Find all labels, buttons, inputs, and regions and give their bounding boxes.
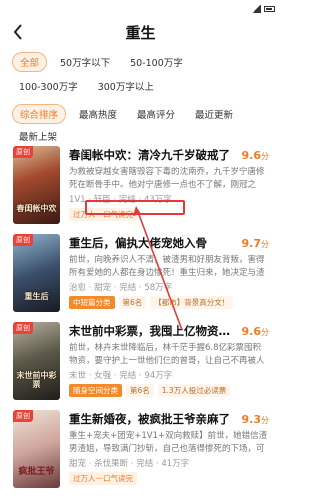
filter-chip-word-0[interactable]: 全部 [12,52,48,72]
filter-chip-word-2[interactable]: 50-100万字 [123,52,190,72]
book-meta: 治愈 · 甜宠 · 完结 · 58万字 [69,283,173,293]
book-description: 重生+宠夫+团宠+1V1+双向救赎】前世，她错信渣男渣姐，导致满门抄斩，自己也落… [69,431,268,454]
cover-title-text: 疯批王爷 [18,467,55,478]
cover-title-text: 重生后 [24,292,49,302]
book-info: 末世前中彩票，我囤上亿物资躺赢 9.6分前世，林卉末世降临后，林千茫手握6.8亿彩… [60,322,281,410]
filter-chip-sort-4[interactable]: 最新上架 [12,126,64,146]
book-score: 9.6分 [241,148,270,162]
cover-badge: 原创 [13,322,33,334]
book-tag: 随身空间分类 [69,384,122,397]
book-title[interactable]: 重生新婚夜，被疯批王爷亲麻了 [69,411,230,427]
book-item[interactable]: 原创 春闺帐中欢 春闺帐中欢：清冷九千岁破戒了 9.6分 为救被穿越女害瞎毁容下毒的沈南… [0,146,281,234]
filter-chip-sort-0[interactable]: 综合排序 [12,104,67,124]
book-tag: 1.3万人投过必读票 [157,384,231,397]
cover-badge: 原创 [13,410,33,422]
status-icons [252,5,275,13]
score-unit: 分 [261,415,269,425]
filter-chip-sort-3[interactable]: 最近更新 [188,104,240,124]
book-item[interactable]: 原创 重生后 重生后，偏执大佬宠她入骨 9.7分 前世，向晚养识人不清，被渣男和好朋友背… [0,234,281,322]
book-description: 为救被穿越女害瞎毁容下毒的沈南乔，九千岁宁唐修死在断骨手中。他对宁唐修一点也不了… [69,167,265,190]
book-title-row: 重生后，偏执大佬宠她入骨 9.7分 [69,234,269,252]
book-tag: 过万人一口气读完 [69,472,137,485]
book-tag: 第6名 [118,296,147,309]
score-unit: 分 [261,239,269,249]
book-cover[interactable]: 原创重生后 [13,234,60,312]
word-count-filter-row: 全部 50万字以下 50-100万字 100-300万字 300万字以上 [0,52,281,100]
signal-icon [252,5,261,13]
book-title[interactable]: 春闺帐中欢：清冷九千岁破戒了 [69,147,230,163]
cover-title-text: 末世前中彩票 [16,371,57,390]
book-tags: 中短篇分类 第6名 【都市】背景高分文！ [69,296,269,309]
cover-title-text: 春闺帐中欢 [16,204,57,214]
battery-icon [264,6,275,12]
filter-chip-word-3[interactable]: 100-300万字 [12,76,85,96]
book-meta: 甜宠 · 杀伐果断 · 完结 · 41万字 [69,459,190,469]
book-cover[interactable]: 原创疯批王爷 [13,410,60,488]
book-info: 重生新婚夜，被疯批王爷亲麻了 9.3分重生+宠夫+团宠+1V1+双向救赎】前世，她… [60,410,281,498]
book-description: 前世，林卉末世降临后，林千茫手握6.8亿彩票囤积物资，要守护上一世他们仨的曾哥，… [69,343,265,366]
cover-badge: 原创 [13,234,33,246]
book-title-row: 重生新婚夜，被疯批王爷亲麻了 9.3分 [69,410,269,428]
cover-badge: 原创 [13,146,33,158]
book-score: 9.3分 [241,412,270,426]
score-unit: 分 [261,151,269,161]
filter-chip-word-1[interactable]: 50万字以下 [53,52,117,72]
book-list: 原创 春闺帐中欢 春闺帐中欢：清冷九千岁破戒了 9.6分 为救被穿越女害瞎毁容下毒的沈南… [0,146,281,498]
header: 重生 [0,18,281,46]
book-title[interactable]: 末世前中彩票，我囤上亿物资躺赢 [69,323,238,339]
status-bar [0,0,281,18]
filter-chip-sort-1[interactable]: 最高热度 [72,104,124,124]
book-title-row: 春闺帐中欢：清冷九千岁破戒了 9.6分 [69,146,269,164]
book-tag: 中短篇分类 [69,296,115,309]
book-title-row: 末世前中彩票，我囤上亿物资躺赢 9.6分 [69,322,269,340]
book-description: 前世，向晚养识人不清，被渣男和好朋友背叛，害得所有爱她的人都在身边惨死！重生归来… [69,255,265,278]
chevron-left-icon[interactable] [8,22,28,42]
score-unit: 分 [261,327,269,337]
book-title[interactable]: 重生后，偏执大佬宠她入骨 [69,235,207,251]
filter-chip-word-4[interactable]: 300万字以上 [91,76,161,96]
book-tag: 【都市】背景高分文！ [150,296,234,309]
book-tags: 随身空间分类 第6名 1.3万人投过必读票 [69,384,269,397]
sort-filter-row: 综合排序 最高热度 最高评分 最近更新最新上架 [0,104,281,148]
book-cover[interactable]: 原创 春闺帐中欢 [13,146,60,224]
book-info: 春闺帐中欢：清冷九千岁破戒了 9.6分为救被穿越女害瞎毁容下毒的沈南乔，九千岁宁唐… [60,146,281,234]
book-tag: 第6名 [126,384,154,397]
book-score: 9.6分 [241,324,270,338]
book-item[interactable]: 原创 疯批王爷 重生新婚夜，被疯批王爷亲麻了 9.3分 重生+宠夫+团宠+1V1+双向救… [0,410,281,498]
book-meta: 末世 · 女强 · 完结 · 94万字 [69,371,173,381]
annotation-highlight-box [85,200,185,215]
book-item[interactable]: 原创 末世前中彩票 末世前中彩票，我囤上亿物资躺赢 9.6分 前世，林卉末世降临后，林千… [0,322,281,410]
filter-chip-sort-2[interactable]: 最高评分 [130,104,182,124]
page-title: 重生 [125,23,156,42]
book-cover[interactable]: 原创 末世前中彩票 [13,322,60,400]
book-tags: 过万人一口气读完 [69,472,269,485]
book-info: 重生后，偏执大佬宠她入骨 9.7分前世，向晚养识人不清，被渣男和好朋友背叛，害得所… [60,234,281,322]
book-score: 9.7分 [241,236,270,250]
